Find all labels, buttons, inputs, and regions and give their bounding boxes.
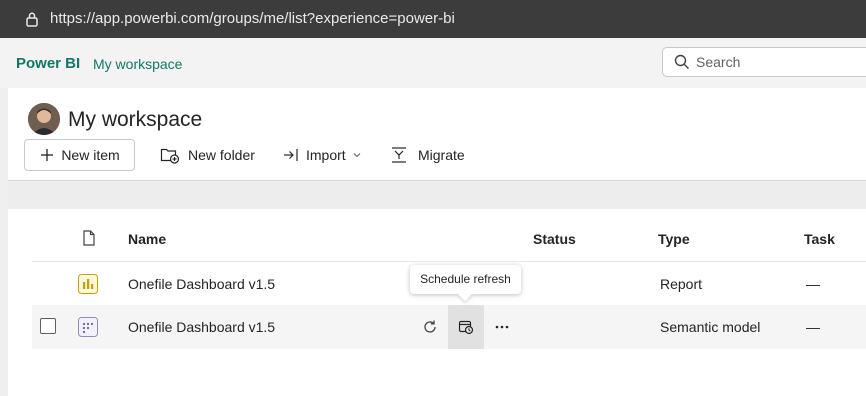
chevron-down-icon <box>353 153 361 158</box>
item-name-link[interactable]: Onefile Dashboard v1.5 <box>128 276 275 292</box>
migrate-label: Migrate <box>418 147 465 163</box>
search-input[interactable]: Search <box>662 47 866 77</box>
site-info-icon[interactable] <box>25 11 39 27</box>
refresh-now-button[interactable] <box>412 305 448 349</box>
column-header-task[interactable]: Task <box>804 231 835 247</box>
report-icon <box>78 274 98 294</box>
url-text[interactable]: https://app.powerbi.com/groups/me/list?e… <box>50 10 455 27</box>
item-task: — <box>806 276 820 292</box>
search-icon <box>674 54 689 69</box>
search-placeholder: Search <box>696 54 741 70</box>
migrate-button[interactable]: Migrate <box>390 139 465 171</box>
column-header-name[interactable]: Name <box>128 231 166 247</box>
row-checkbox[interactable] <box>40 318 56 334</box>
item-name-link[interactable]: Onefile Dashboard v1.5 <box>128 319 275 335</box>
tooltip: Schedule refresh <box>410 265 521 294</box>
item-type: Report <box>660 276 703 292</box>
new-folder-button[interactable]: New folder <box>160 139 255 171</box>
power-bi-home-link[interactable]: Power BI <box>16 55 80 72</box>
semantic-model-icon <box>78 317 98 337</box>
item-type: Semantic model <box>660 319 761 335</box>
import-button[interactable]: Import <box>283 139 362 171</box>
migrate-icon <box>392 147 406 163</box>
refresh-icon <box>424 320 436 333</box>
browser-address-bar[interactable]: https://app.powerbi.com/groups/me/list?e… <box>0 0 866 38</box>
import-label: Import <box>306 147 346 163</box>
workspace-panel: My workspace New item New folder Import <box>8 88 866 396</box>
folder-add-icon <box>160 148 180 164</box>
file-type-header-icon <box>83 230 95 246</box>
avatar[interactable] <box>28 103 60 135</box>
schedule-refresh-button[interactable] <box>448 305 484 349</box>
schedule-refresh-icon <box>458 320 474 335</box>
new-item-label: New item <box>61 147 120 163</box>
breadcrumb-my-workspace[interactable]: My workspace <box>93 56 182 72</box>
filter-band <box>8 180 866 209</box>
column-header-type[interactable]: Type <box>658 231 690 247</box>
new-item-button[interactable]: New item <box>24 139 135 171</box>
more-icon <box>495 325 509 329</box>
import-icon <box>284 149 298 161</box>
app-header: Power BI My workspace Search <box>0 38 866 88</box>
more-options-button[interactable] <box>484 305 520 349</box>
table-row[interactable]: Onefile Dashboard v1.5 Semantic model — <box>32 305 866 349</box>
item-task: — <box>806 319 820 335</box>
page-title: My workspace <box>68 108 203 131</box>
plus-icon <box>41 149 54 161</box>
new-folder-label: New folder <box>188 147 255 163</box>
column-header-status[interactable]: Status <box>533 231 576 247</box>
